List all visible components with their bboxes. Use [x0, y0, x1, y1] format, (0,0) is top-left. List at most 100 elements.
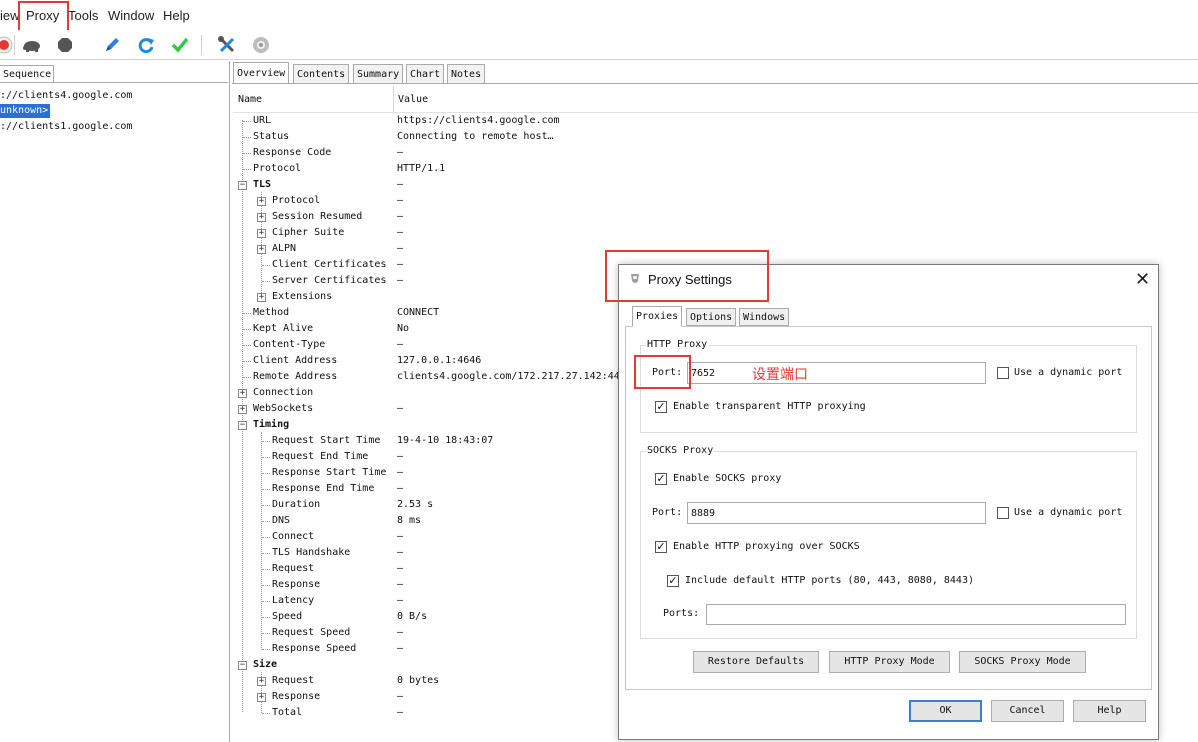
row-value: – — [397, 147, 404, 158]
expand-icon[interactable]: + — [257, 229, 266, 238]
row-name: Speed — [272, 611, 303, 622]
expand-icon[interactable]: + — [257, 693, 266, 702]
help-button[interactable]: Help — [1073, 700, 1146, 722]
stop-icon — [58, 38, 72, 52]
collapse-icon[interactable]: − — [238, 661, 247, 670]
expand-icon[interactable]: + — [238, 389, 247, 398]
socks-proxy-mode-button[interactable]: SOCKS Proxy Mode — [959, 651, 1086, 673]
socks-dynamic-port-checkbox[interactable] — [997, 507, 1009, 519]
row-value: 127.0.0.1:4646 — [397, 355, 482, 366]
breakpoints-button[interactable] — [53, 33, 77, 57]
row-name: Request Start Time — [272, 435, 381, 446]
row-name: Protocol — [253, 163, 302, 174]
tab-windows[interactable]: Windows — [739, 308, 790, 326]
close-icon[interactable]: ✕ — [1135, 269, 1150, 290]
expand-icon[interactable]: + — [257, 213, 266, 222]
http-port-input[interactable]: 7652 — [687, 362, 986, 384]
row-name: Duration — [272, 499, 321, 510]
row-name: Client Certificates — [272, 259, 387, 270]
socks-port-input[interactable]: 8889 — [687, 502, 986, 524]
row-value: – — [397, 483, 404, 494]
refresh-icon — [138, 38, 154, 54]
throttle-button[interactable] — [20, 33, 44, 57]
row-name-group: Size — [253, 659, 278, 670]
menu-window[interactable]: Window — [108, 8, 154, 23]
dialog-title-highlight — [605, 250, 769, 302]
row-name: DNS — [272, 515, 291, 526]
annotation-text: 设置端口 — [752, 367, 808, 383]
sequence-item[interactable]: ://clients1.google.com — [0, 120, 132, 134]
row-value: https://clients4.google.com — [397, 115, 560, 126]
port-highlight — [634, 355, 691, 389]
http-over-socks-checkbox[interactable]: ✓ — [655, 541, 667, 553]
tab-sequence[interactable]: Sequence — [0, 65, 54, 83]
row-name: Request — [272, 675, 315, 686]
pen-icon — [106, 38, 119, 51]
http-proxy-group — [640, 345, 1137, 433]
row-value: No — [397, 323, 410, 334]
row-value: 19-4-10 18:43:07 — [397, 435, 494, 446]
row-name: Cipher Suite — [272, 227, 345, 238]
row-name: Server Certificates — [272, 275, 387, 286]
row-name: Request End Time — [272, 451, 369, 462]
row-value: – — [397, 275, 404, 286]
validate-button[interactable] — [168, 33, 192, 57]
ok-button[interactable]: OK — [909, 700, 982, 722]
http-dynamic-port-checkbox[interactable] — [997, 367, 1009, 379]
default-ports-checkbox[interactable]: ✓ — [667, 575, 679, 587]
tools-button[interactable] — [215, 33, 239, 57]
row-name: Method — [253, 307, 290, 318]
repeat-button[interactable] — [134, 33, 158, 57]
tab-overview[interactable]: Overview — [233, 62, 290, 84]
menu-view[interactable]: iew — [0, 8, 20, 23]
tab-contents[interactable]: Contents — [293, 64, 350, 84]
column-header-name[interactable]: Name — [238, 94, 262, 105]
http-proxy-mode-button[interactable]: HTTP Proxy Mode — [829, 651, 950, 673]
row-name: Response Speed — [272, 643, 357, 654]
row-value: – — [397, 579, 404, 590]
expand-icon[interactable]: + — [257, 293, 266, 302]
tab-summary[interactable]: Summary — [353, 64, 404, 84]
collapse-icon[interactable]: − — [238, 421, 247, 430]
row-name: Request Speed — [272, 627, 351, 638]
transparent-proxy-label: Enable transparent HTTP proxying — [673, 401, 866, 412]
gear-icon — [253, 37, 269, 53]
row-value: – — [397, 563, 404, 574]
ports-input[interactable] — [706, 604, 1126, 625]
row-name: Response — [272, 691, 321, 702]
expand-icon[interactable]: + — [257, 197, 266, 206]
sequence-item-selected[interactable]: unknown> — [0, 104, 51, 118]
http-dynamic-port-label: Use a dynamic port — [1014, 367, 1123, 378]
toolbar — [0, 30, 1198, 60]
menu-help[interactable]: Help — [163, 8, 190, 23]
transparent-proxy-checkbox[interactable]: ✓ — [655, 401, 667, 413]
menu-tools[interactable]: Tools — [68, 8, 98, 23]
settings-button[interactable] — [249, 33, 273, 57]
sequence-pane: Sequence ://clients4.google.com unknown>… — [0, 61, 230, 742]
collapse-icon[interactable]: − — [238, 181, 247, 190]
row-name: Connect — [272, 531, 315, 542]
http-proxy-group-label: HTTP Proxy — [646, 339, 709, 350]
default-ports-label: Include default HTTP ports (80, 443, 808… — [685, 575, 974, 586]
row-value: – — [397, 211, 404, 222]
row-name: Response — [272, 579, 321, 590]
row-value: – — [397, 403, 404, 414]
row-name: TLS Handshake — [272, 547, 351, 558]
expand-icon[interactable]: + — [257, 677, 266, 686]
sequence-item[interactable]: ://clients4.google.com — [0, 89, 132, 103]
socks-enable-checkbox[interactable]: ✓ — [655, 473, 667, 485]
tab-notes[interactable]: Notes — [447, 64, 486, 84]
tab-options[interactable]: Options — [686, 308, 737, 326]
expand-icon[interactable]: + — [238, 405, 247, 414]
cancel-button[interactable]: Cancel — [991, 700, 1064, 722]
row-name: ALPN — [272, 243, 297, 254]
tab-chart[interactable]: Chart — [406, 64, 445, 84]
edit-button[interactable] — [100, 33, 124, 57]
expand-icon[interactable]: + — [257, 245, 266, 254]
tab-proxies[interactable]: Proxies — [632, 306, 683, 327]
row-value: – — [397, 243, 404, 254]
column-header-value[interactable]: Value — [398, 94, 428, 105]
row-value: – — [397, 547, 404, 558]
restore-defaults-button[interactable]: Restore Defaults — [693, 651, 819, 673]
row-name: Request — [272, 563, 315, 574]
